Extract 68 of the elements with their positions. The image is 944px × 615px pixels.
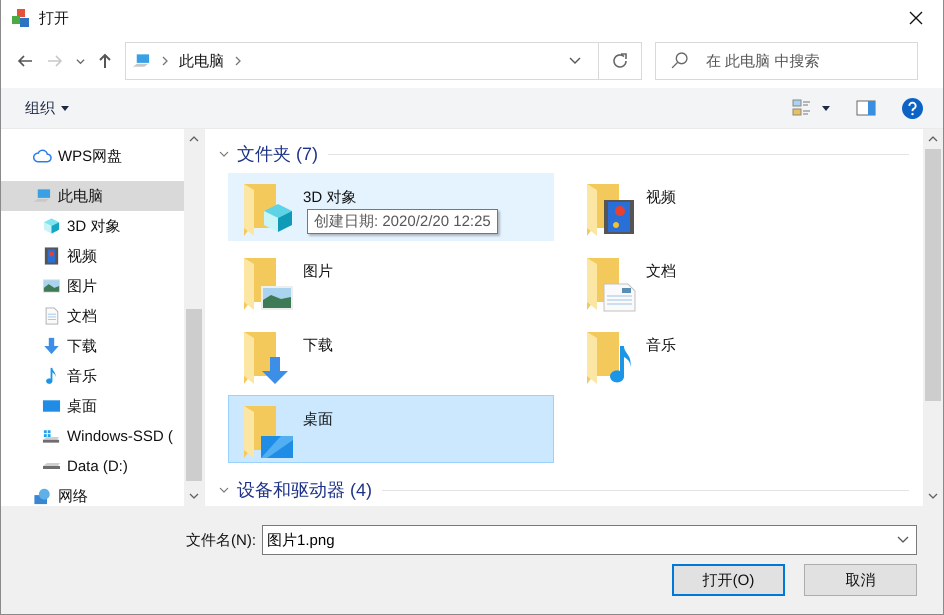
window-title: 打开 (39, 8, 69, 28)
chevron-down-icon[interactable] (219, 485, 229, 495)
sidebar-item[interactable]: Windows-SSD ( (1, 421, 184, 451)
sidebar-item[interactable]: 视频 (1, 241, 184, 271)
folder-tile[interactable]: 桌面 (228, 395, 554, 463)
landscape-icon (42, 277, 61, 295)
folder-tile[interactable]: 音乐 (571, 321, 897, 389)
chevron-up-icon[interactable] (928, 136, 938, 142)
sidebar-item[interactable]: 音乐 (1, 361, 184, 391)
group-heading: 设备和驱动器 (4) (237, 479, 372, 502)
cloud-icon (33, 147, 52, 165)
view-list-icon (792, 98, 812, 118)
folder-tile[interactable]: 视频 (571, 173, 897, 241)
chevron-down-icon[interactable] (928, 493, 938, 499)
folder-document-icon (586, 256, 636, 312)
organize-menu-button[interactable]: 组织 (25, 94, 69, 122)
chevron-down-icon (569, 57, 581, 65)
scrollbar[interactable] (184, 129, 204, 506)
folder-cube-icon (243, 182, 293, 238)
sidebar-item[interactable]: 网络 (1, 481, 184, 506)
chevron-up-icon[interactable] (189, 136, 199, 142)
folder-tile[interactable]: 图片 (228, 247, 554, 315)
close-icon (909, 11, 923, 25)
left-arrow-icon (17, 53, 33, 69)
search-icon (671, 52, 688, 69)
sidebar-item[interactable]: 图片 (1, 271, 184, 301)
cancel-button[interactable]: 取消 (804, 564, 917, 596)
chevron-right-icon (234, 55, 242, 67)
pane-icon (856, 100, 876, 116)
address-bar[interactable]: 此电脑 (125, 42, 599, 80)
caret-down-icon (61, 106, 69, 110)
sidebar-item[interactable]: 下载 (1, 331, 184, 361)
sidebar-item[interactable]: 此电脑 (1, 181, 184, 211)
folder-desktop-icon (243, 404, 293, 460)
search-field[interactable]: 在 此电脑 中搜索 (655, 42, 918, 80)
folder-tile[interactable]: 下载 (228, 321, 554, 389)
folder-landscape-icon (243, 256, 293, 312)
scrollbar[interactable] (923, 129, 943, 506)
sidebar-item[interactable]: 桌面 (1, 391, 184, 421)
chevron-down-icon[interactable] (897, 536, 909, 544)
cubes-icon (11, 8, 31, 28)
down-arrow-icon (42, 337, 61, 355)
tooltip: 创建日期: 2020/2/20 12:25 (307, 209, 498, 234)
drive-icon (42, 463, 61, 469)
globe-icon (33, 487, 52, 505)
chevron-down-icon[interactable] (219, 149, 229, 159)
sidebar-item[interactable]: 文档 (1, 301, 184, 331)
right-arrow-icon (47, 53, 63, 69)
refresh-button[interactable] (599, 42, 642, 80)
filename-label: 文件名(N): (186, 530, 256, 550)
sidebar-item[interactable]: WPS网盘 (1, 141, 184, 171)
sidebar-item[interactable]: 3D 对象 (1, 211, 184, 241)
caret-down-icon (822, 106, 830, 110)
cube-icon (42, 217, 61, 235)
help-icon (902, 98, 923, 118)
folder-tile[interactable]: 文档 (571, 247, 897, 315)
folder-film-icon (586, 182, 636, 238)
refresh-icon (612, 53, 628, 69)
sidebar-item[interactable]: Data (D:) (1, 451, 184, 481)
filename-field[interactable]: 图片1.png (262, 525, 917, 555)
chevron-down-icon[interactable] (189, 493, 199, 499)
up-arrow-icon (97, 53, 113, 69)
film-icon (42, 247, 61, 265)
chevron-right-icon (161, 55, 169, 67)
group-heading: 文件夹 (7) (237, 143, 318, 166)
breadcrumb-item[interactable]: 此电脑 (179, 52, 224, 70)
chevron-down-icon (76, 56, 84, 66)
open-button[interactable]: 打开(O) (672, 564, 785, 596)
